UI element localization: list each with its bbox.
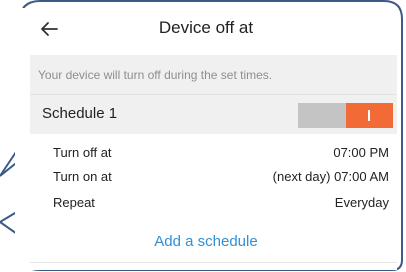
header: Device off at [15,8,397,48]
page-title: Device off at [158,18,254,37]
info-notice: Your device will turn off during the set… [30,55,397,94]
toggle-off-half [298,103,346,128]
repeat-value: Everyday [334,195,389,210]
turn-on-time-row[interactable]: Turn on at (next day) 07:00 AM [30,165,397,189]
schedule-row[interactable]: Schedule 1 [30,94,397,134]
turn-on-label: Turn on at [53,169,112,184]
divider [30,262,397,263]
schedule-name: Schedule 1 [42,105,118,122]
turn-off-time-row[interactable]: Turn off at 07:00 PM [30,141,397,165]
repeat-row[interactable]: Repeat Everyday [30,191,397,215]
schedule-toggle[interactable] [298,103,393,128]
turn-on-value: (next day) 07:00 AM [272,169,389,184]
device-off-panel: Device off at Your device will turn off … [15,8,397,270]
toggle-on-half [346,103,393,128]
turn-off-label: Turn off at [53,145,112,160]
add-schedule-button[interactable]: Add a schedule [15,233,397,250]
turn-off-value: 07:00 PM [333,145,389,160]
toggle-on-indicator [368,110,370,121]
repeat-label: Repeat [53,195,95,210]
